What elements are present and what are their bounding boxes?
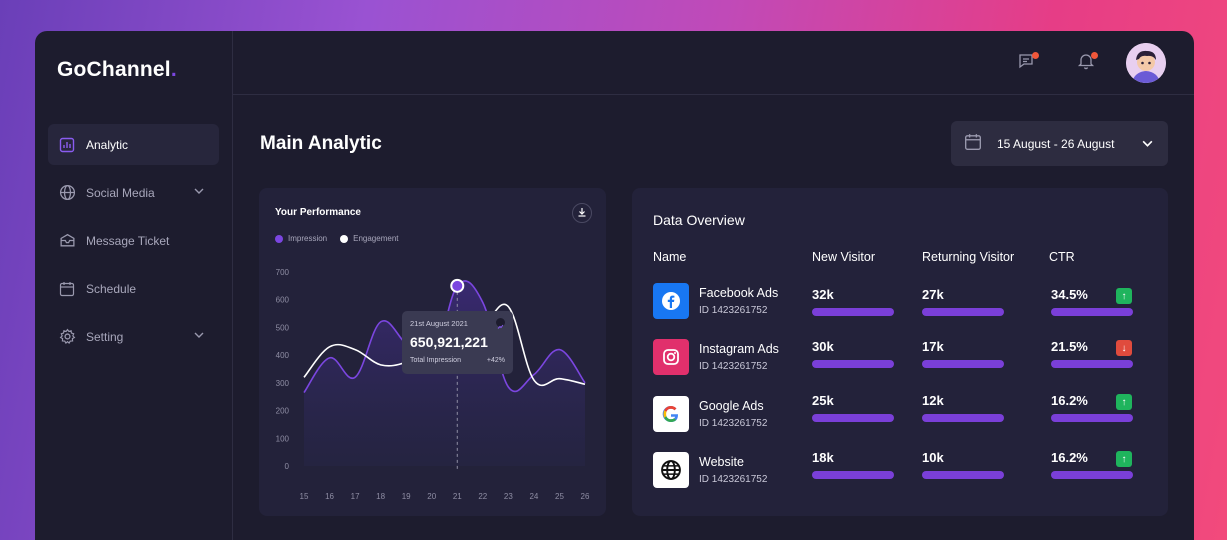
- y-tick-label: 700: [276, 268, 290, 277]
- x-tick-label: 19: [402, 492, 411, 501]
- x-tick-label: 24: [529, 492, 538, 501]
- new-visitor-metric: 30k: [812, 339, 894, 368]
- notification-button[interactable]: [1076, 51, 1098, 73]
- chevron-down-icon[interactable]: [193, 185, 205, 200]
- returning-visitor-metric: 17k: [922, 339, 1004, 368]
- trend-up-icon: ↑: [1116, 288, 1132, 304]
- table-row[interactable]: Google Ads ID 1423261752 25k 12k 16.2% ↑: [653, 393, 1153, 436]
- globe-icon: [653, 452, 689, 488]
- sidebar-nav: Analytic Social Media Message Ticket Sch…: [48, 124, 219, 364]
- topbar: [233, 31, 1194, 95]
- chart-tooltip: 21st August 2021 650,921,221 Total Impre…: [402, 311, 513, 374]
- sidebar-item-label: Message Ticket: [86, 233, 170, 248]
- platform-id: ID 1423261752: [699, 305, 768, 316]
- platform-name: Website: [699, 455, 744, 469]
- brand-logo[interactable]: GoChannel.: [57, 58, 177, 82]
- returning-visitor-metric: 10k: [922, 450, 1004, 479]
- column-header-returning-visitor: Returning Visitor: [922, 250, 1015, 264]
- sidebar-item-analytic[interactable]: Analytic: [48, 124, 219, 165]
- x-tick-label: 15: [300, 492, 309, 501]
- sidebar-item-schedule[interactable]: Schedule: [48, 268, 219, 309]
- tooltip-change: +42%: [486, 357, 505, 364]
- trend-up-icon: ↑: [1116, 451, 1132, 467]
- platform-name: Facebook Ads: [699, 286, 779, 300]
- facebook-icon: [653, 283, 689, 319]
- trend-down-icon: ↓: [1116, 340, 1132, 356]
- calendar-icon: [58, 280, 76, 298]
- trend-up-icon: ↑: [1116, 394, 1132, 410]
- sidebar-item-setting[interactable]: Setting: [48, 316, 219, 357]
- notification-badge: [1091, 52, 1098, 59]
- table-row[interactable]: Facebook Ads ID 1423261752 32k 27k 34.5%…: [653, 283, 1153, 323]
- platform-name: Google Ads: [699, 399, 764, 413]
- avatar[interactable]: [1126, 43, 1166, 83]
- platform-id: ID 1423261752: [699, 418, 768, 429]
- sidebar-item-label: Social Media: [86, 185, 155, 200]
- tooltip-value: 650,921,221: [410, 334, 488, 350]
- page-title: Main Analytic: [260, 133, 382, 154]
- calendar-icon: [964, 133, 982, 154]
- x-tick-label: 20: [427, 492, 436, 501]
- message-button[interactable]: [1017, 51, 1039, 73]
- y-tick-label: 100: [276, 434, 290, 443]
- globe-icon: [58, 184, 76, 202]
- x-tick-label: 23: [504, 492, 513, 501]
- inbox-icon: [58, 232, 76, 250]
- data-overview-card: Data Overview Name New Visitor Returning…: [632, 188, 1168, 516]
- y-tick-label: 600: [276, 296, 290, 305]
- sidebar-item-label: Schedule: [86, 281, 137, 296]
- sidebar-item-label: Analytic: [86, 137, 129, 152]
- chart-icon: [58, 136, 76, 154]
- column-header-ctr: CTR: [1049, 250, 1075, 264]
- table-row[interactable]: Website ID 1423261752 18k 10k 16.2% ↑: [653, 450, 1153, 492]
- y-tick-label: 200: [276, 407, 290, 416]
- platform-id: ID 1423261752: [699, 361, 768, 372]
- google-icon: [653, 396, 689, 432]
- instagram-icon: [653, 339, 689, 375]
- x-tick-label: 17: [351, 492, 360, 501]
- x-tick-label: 16: [325, 492, 334, 501]
- new-visitor-metric: 25k: [812, 393, 894, 422]
- sidebar-item-label: Setting: [86, 329, 124, 344]
- date-range-picker[interactable]: 15 August - 26 August: [951, 121, 1168, 166]
- y-tick-label: 500: [276, 323, 290, 332]
- tooltip-date: 21st August 2021: [410, 319, 468, 328]
- performance-card: Your Performance Impression Engagement 7…: [259, 188, 606, 516]
- app-window: GoChannel. Analytic Social Media Message…: [35, 31, 1194, 540]
- overview-title: Data Overview: [653, 212, 745, 228]
- date-range-label: 15 August - 26 August: [997, 136, 1115, 151]
- sidebar-item-social-media[interactable]: Social Media: [48, 172, 219, 213]
- table-row[interactable]: Instagram Ads ID 1423261752 30k 17k 21.5…: [653, 339, 1153, 379]
- notification-badge: [1032, 52, 1039, 59]
- platform-id: ID 1423261752: [699, 474, 768, 485]
- column-header-new-visitor: New Visitor: [812, 250, 875, 264]
- gear-icon: [58, 328, 76, 346]
- sidebar-item-message-ticket[interactable]: Message Ticket: [48, 220, 219, 261]
- x-tick-label: 26: [581, 492, 590, 501]
- x-tick-label: 18: [376, 492, 385, 501]
- x-tick-label: 21: [453, 492, 462, 501]
- returning-visitor-metric: 12k: [922, 393, 1004, 422]
- sidebar: GoChannel. Analytic Social Media Message…: [35, 31, 233, 540]
- chevron-down-icon: [1141, 137, 1154, 153]
- y-tick-label: 400: [276, 351, 290, 360]
- trend-icon: [496, 318, 505, 329]
- new-visitor-metric: 18k: [812, 450, 894, 479]
- platform-name: Instagram Ads: [699, 342, 779, 356]
- message-icon: [1017, 54, 1037, 75]
- y-tick-label: 0: [285, 462, 290, 471]
- bell-icon: [1076, 54, 1096, 75]
- tooltip-label: Total Impression: [410, 357, 461, 364]
- column-header-name: Name: [653, 250, 687, 264]
- x-tick-label: 22: [478, 492, 487, 501]
- returning-visitor-metric: 27k: [922, 287, 1004, 316]
- new-visitor-metric: 32k: [812, 287, 894, 316]
- y-tick-label: 300: [276, 379, 290, 388]
- chevron-down-icon[interactable]: [193, 329, 205, 344]
- x-tick-label: 25: [555, 492, 564, 501]
- highlight-point: [450, 278, 465, 293]
